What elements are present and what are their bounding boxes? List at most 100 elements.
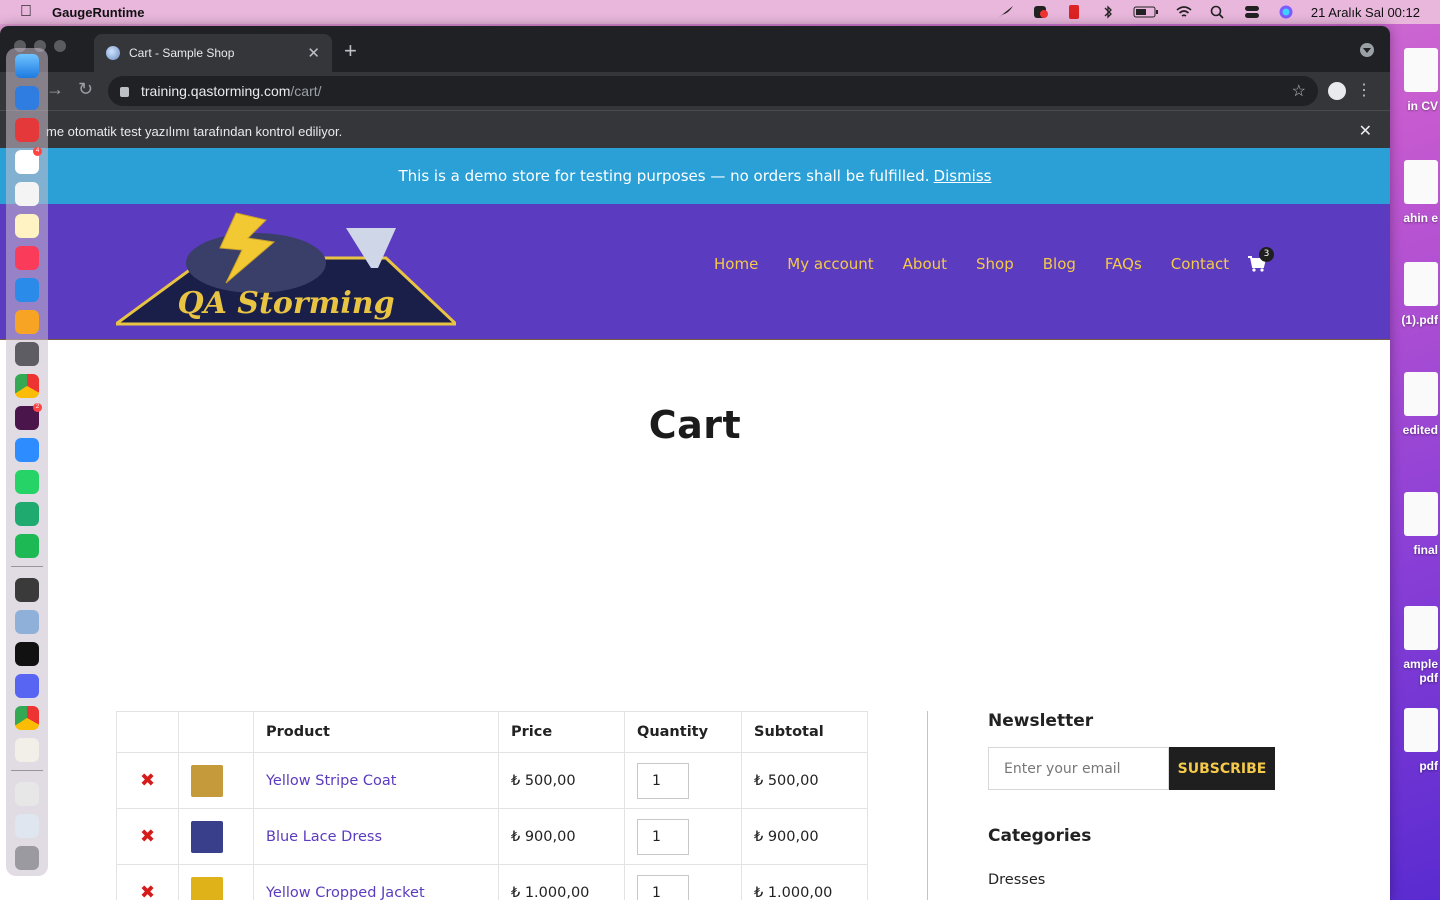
bluetooth-icon[interactable] xyxy=(1099,5,1117,19)
keynote-icon[interactable] xyxy=(15,278,39,302)
intellij-icon[interactable] xyxy=(15,642,39,666)
menubar-clock[interactable]: 21 Aralık Sal 00:12 xyxy=(1311,5,1420,20)
spotlight-search-icon[interactable] xyxy=(1209,5,1227,19)
zoom-window-button[interactable] xyxy=(54,40,66,52)
header-subtotal: Subtotal xyxy=(741,711,868,753)
product-thumbnail[interactable] xyxy=(191,764,223,797)
mail-icon[interactable] xyxy=(15,86,39,110)
desktop-file[interactable]: final xyxy=(1386,492,1438,557)
desktop-file-label: (1).pdf xyxy=(1401,313,1438,327)
tab-cart[interactable]: Cart - Sample Shop ✕ xyxy=(94,34,332,72)
close-tab-icon[interactable]: ✕ xyxy=(307,44,320,62)
desktop-file[interactable]: (1).pdf xyxy=(1386,262,1438,327)
remove-item-icon[interactable]: ✖ xyxy=(129,826,166,847)
close-infobar-icon[interactable]: ✕ xyxy=(1359,121,1372,141)
trash-icon[interactable] xyxy=(15,846,39,870)
dismiss-link[interactable]: Dismiss xyxy=(934,167,992,185)
control-center-icon[interactable] xyxy=(1243,5,1261,19)
sidebar-divider xyxy=(927,711,928,900)
nav-faqs[interactable]: FAQs xyxy=(1105,255,1142,273)
desktop-file-label: ahin e xyxy=(1403,211,1438,225)
remove-item-icon[interactable]: ✖ xyxy=(129,770,166,791)
quantity-input[interactable]: 1 xyxy=(637,874,689,900)
category-link[interactable]: Dresses xyxy=(988,872,1288,888)
product-link[interactable]: Yellow Cropped Jacket xyxy=(266,885,425,900)
discord-icon[interactable] xyxy=(15,674,39,698)
product-link[interactable]: Blue Lace Dress xyxy=(266,829,382,845)
quantity-input[interactable]: 1 xyxy=(637,818,689,855)
red-app-icon[interactable] xyxy=(1065,5,1083,19)
java-icon[interactable] xyxy=(15,738,39,762)
messenger-app-icon[interactable] xyxy=(15,502,39,526)
spotify-icon[interactable] xyxy=(15,534,39,558)
email-field[interactable]: Enter your email xyxy=(988,747,1169,790)
browser-menu-icon[interactable]: ⋮ xyxy=(1356,80,1372,100)
cart-table: Product Price Quantity Subtotal ✖ Yellow… xyxy=(116,711,868,900)
reload-icon[interactable]: ↻ xyxy=(78,79,93,100)
remove-item-icon[interactable]: ✖ xyxy=(129,882,166,900)
chrome-icon[interactable] xyxy=(15,706,39,730)
desktop-file-label: in CV xyxy=(1407,99,1438,113)
feather-icon[interactable] xyxy=(997,5,1015,19)
preview-icon[interactable] xyxy=(15,610,39,634)
reminders-icon[interactable] xyxy=(15,182,39,206)
nav-shop[interactable]: Shop xyxy=(976,255,1014,273)
cart-table-header: Product Price Quantity Subtotal xyxy=(116,711,868,753)
window-thumbnail-icon[interactable] xyxy=(15,814,39,838)
email-client-icon[interactable] xyxy=(15,118,39,142)
apple-icon[interactable]:  xyxy=(20,4,34,20)
header-product: Product xyxy=(253,711,499,753)
battery-icon[interactable] xyxy=(1133,5,1159,19)
desktop-file[interactable]: ahin e xyxy=(1386,160,1438,225)
pages-icon[interactable] xyxy=(15,310,39,334)
tab-search-icon[interactable] xyxy=(1360,43,1374,57)
site-logo[interactable]: QA Storming xyxy=(116,208,456,326)
document-icon[interactable] xyxy=(15,782,39,806)
bookmark-star-icon[interactable]: ☆ xyxy=(1292,81,1306,101)
desktop-file[interactable]: pdf xyxy=(1386,708,1438,773)
nav-about[interactable]: About xyxy=(903,255,947,273)
chrome-icon[interactable] xyxy=(15,374,39,398)
wifi-icon[interactable] xyxy=(1175,5,1193,19)
notes-icon[interactable] xyxy=(15,214,39,238)
desktop-file[interactable]: in CV xyxy=(1386,48,1438,113)
desktop-file[interactable]: edited xyxy=(1386,372,1438,437)
desktop-file-label: pdf xyxy=(1419,759,1438,773)
nav-blog[interactable]: Blog xyxy=(1043,255,1076,273)
nav-home[interactable]: Home xyxy=(714,255,758,273)
siri-icon[interactable] xyxy=(1277,5,1295,19)
product-thumbnail[interactable] xyxy=(191,876,223,900)
desktop-file[interactable]: ample pdf xyxy=(1386,606,1438,685)
product-thumbnail[interactable] xyxy=(191,820,223,853)
system-preferences-icon[interactable] xyxy=(15,342,39,366)
quantity-input[interactable]: 1 xyxy=(637,762,689,799)
notification-badge: 2 xyxy=(33,403,42,412)
address-bar[interactable]: training.qastorming.com/cart/ ☆ xyxy=(108,76,1318,106)
forward-arrow-icon[interactable]: → xyxy=(46,79,64,100)
whatsapp-icon[interactable] xyxy=(15,470,39,494)
main-navigation: Home My account About Shop Blog FAQs Con… xyxy=(714,255,1229,273)
header-quantity: Quantity xyxy=(624,711,742,753)
product-link[interactable]: Yellow Stripe Coat xyxy=(266,773,396,789)
notification-app-icon[interactable] xyxy=(1031,5,1049,19)
zoom-icon[interactable] xyxy=(15,438,39,462)
nav-contact[interactable]: Contact xyxy=(1171,255,1229,273)
sidebar: Newsletter Enter your email SUBSCRIBE Ca… xyxy=(988,711,1288,888)
profile-avatar-icon[interactable] xyxy=(1328,82,1346,100)
calendar-icon[interactable]: 4 xyxy=(15,147,42,174)
slack-icon[interactable]: 2 xyxy=(15,403,42,430)
cart-count-badge: 3 xyxy=(1259,247,1274,262)
header-thumbnail xyxy=(178,711,254,753)
lock-icon[interactable] xyxy=(120,87,129,97)
utility-app-icon[interactable] xyxy=(15,578,39,602)
nav-my-account[interactable]: My account xyxy=(787,255,873,273)
subscribe-button[interactable]: SUBSCRIBE xyxy=(1169,747,1275,790)
table-row: ✖ Yellow Cropped Jacket ₺ 1.000,00 1 ₺ 1… xyxy=(116,864,868,900)
active-app-name[interactable]: GaugeRuntime xyxy=(52,5,144,20)
new-tab-icon[interactable]: + xyxy=(344,38,357,64)
music-icon[interactable] xyxy=(15,246,39,270)
product-subtotal: ₺ 500,00 xyxy=(741,752,868,809)
automation-infobar: me otomatik test yazılımı tarafından kon… xyxy=(0,110,1390,152)
finder-icon[interactable] xyxy=(15,54,39,78)
desktop-file-label: ample pdf xyxy=(1403,657,1438,685)
